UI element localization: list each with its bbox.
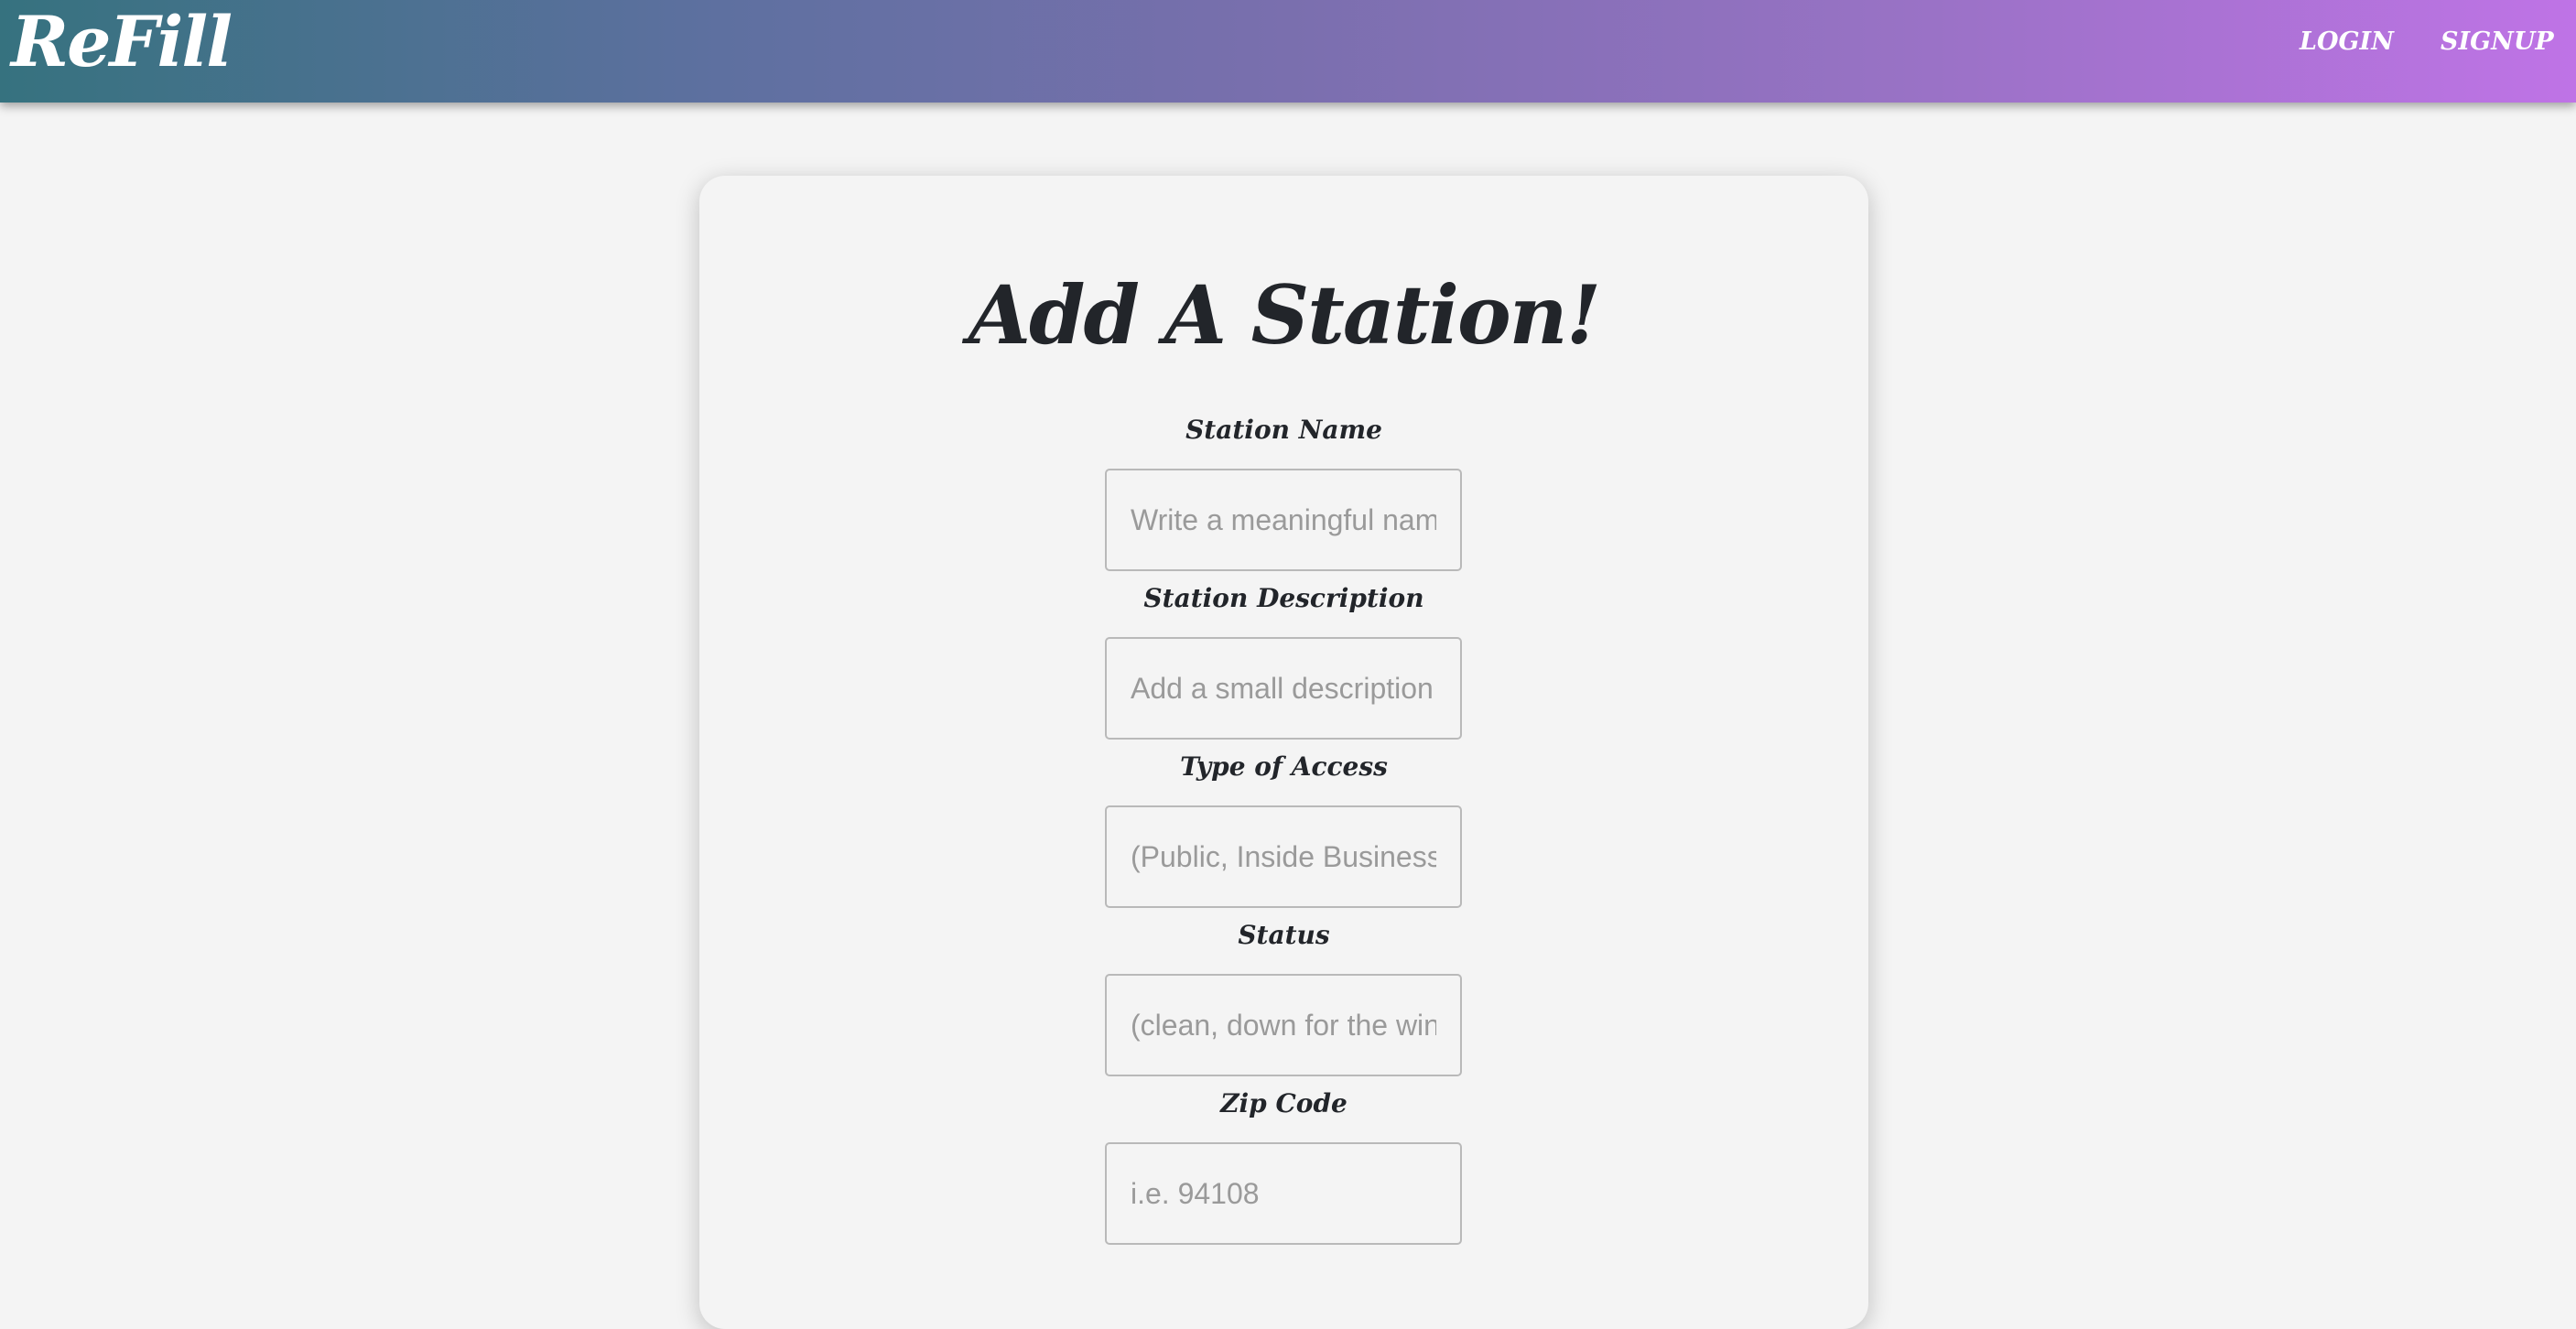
station-description-input[interactable] (1105, 637, 1462, 740)
status-input[interactable] (1105, 974, 1462, 1076)
signup-link[interactable]: Signup (2441, 24, 2554, 60)
type-of-access-input[interactable] (1105, 805, 1462, 908)
station-name-label: Station Name (1185, 415, 1382, 445)
status-label: Status (1238, 920, 1330, 950)
login-link[interactable]: Login (2300, 24, 2394, 60)
station-description-label: Station Description (1143, 583, 1424, 613)
top-navbar: ReFill Login Signup (0, 0, 2576, 103)
type-of-access-label: Type of Access (1180, 751, 1388, 782)
page-title: Add A Station! (968, 267, 1602, 362)
station-name-input[interactable] (1105, 469, 1462, 571)
add-station-form-card: Add A Station! Station Name Station Desc… (699, 176, 1868, 1329)
brand-logo-link[interactable]: ReFill (11, 0, 233, 92)
zip-code-label: Zip Code (1220, 1088, 1348, 1118)
zip-code-input[interactable] (1105, 1142, 1462, 1245)
